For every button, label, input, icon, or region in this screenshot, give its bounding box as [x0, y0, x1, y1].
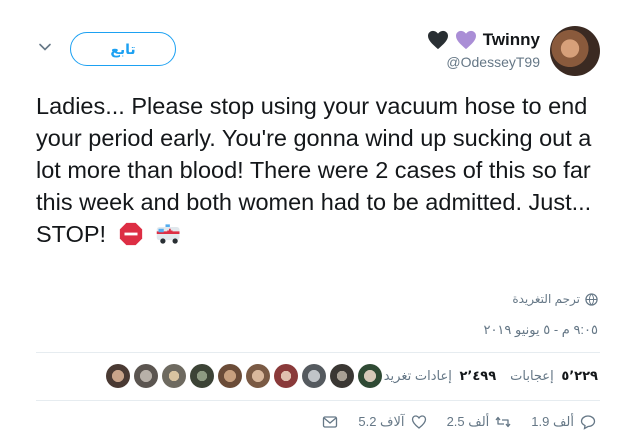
tweet-timestamp[interactable]: ٩:٠٥ م - ٥ يونيو ٢٠١٩ [483, 322, 598, 338]
tweet-text: Ladies... Please stop using your vacuum … [36, 90, 606, 250]
liker-avatar[interactable] [106, 364, 130, 388]
author-name-row[interactable]: Twinny [427, 30, 540, 50]
share-button[interactable] [322, 414, 338, 430]
liker-avatars [106, 364, 382, 388]
liker-avatar[interactable] [134, 364, 158, 388]
liker-avatar[interactable] [302, 364, 326, 388]
tweet-header: Twinny @OdesseyT99 تابع [0, 20, 636, 84]
reply-count: 1.9 ألف [531, 414, 574, 429]
retweets-count: ٢٬٤٩٩ [459, 368, 497, 383]
liker-avatar[interactable] [190, 364, 214, 388]
likes-label: إعجابات [510, 368, 554, 383]
author-handle[interactable]: @OdesseyT99 [446, 54, 540, 70]
liker-avatar[interactable] [330, 364, 354, 388]
author-avatar[interactable] [550, 26, 600, 76]
retweet-button[interactable]: 2.5 ألف [447, 414, 512, 430]
likes-stat[interactable]: ٥٬٢٢٩ إعجابات [510, 368, 598, 384]
retweet-count: 2.5 ألف [446, 414, 490, 429]
black-heart-icon [427, 30, 448, 50]
retweet-icon [495, 416, 511, 428]
like-button[interactable]: 5.2 آلاف [358, 414, 426, 430]
likes-count: ٥٬٢٢٩ [561, 368, 598, 383]
liker-avatar[interactable] [358, 364, 382, 388]
divider [36, 400, 600, 401]
retweets-stat[interactable]: ٢٬٤٩٩ إعادات تغريد [384, 368, 496, 384]
reply-button[interactable]: 1.9 ألف [531, 414, 596, 430]
purple-heart-icon [455, 30, 476, 50]
tweet-actions: 5.2 آلاف 2.5 ألف 1.9 ألف [322, 414, 596, 430]
ambulance-icon [156, 224, 180, 244]
translate-label[interactable]: ترجم التغريدة [512, 292, 580, 306]
liker-avatar[interactable] [162, 364, 186, 388]
globe-icon [585, 292, 598, 306]
author-name[interactable]: Twinny [483, 30, 540, 50]
divider [36, 352, 600, 353]
tweet-stats: ٢٬٤٩٩ إعادات تغريد ٥٬٢٢٩ إعجابات [384, 368, 598, 384]
chevron-down-icon[interactable] [38, 40, 52, 54]
liker-avatar[interactable] [218, 364, 242, 388]
follow-button[interactable]: تابع [70, 32, 176, 66]
retweets-label: إعادات تغريد [383, 368, 452, 383]
liker-avatar[interactable] [274, 364, 298, 388]
heart-icon [411, 415, 426, 429]
translate-link[interactable]: ترجم التغريدة [512, 292, 598, 306]
reply-icon [580, 415, 596, 430]
like-count: 5.2 آلاف [358, 414, 405, 429]
stop-sign-icon [119, 222, 142, 246]
liker-avatar[interactable] [246, 364, 270, 388]
mail-icon [323, 416, 338, 428]
